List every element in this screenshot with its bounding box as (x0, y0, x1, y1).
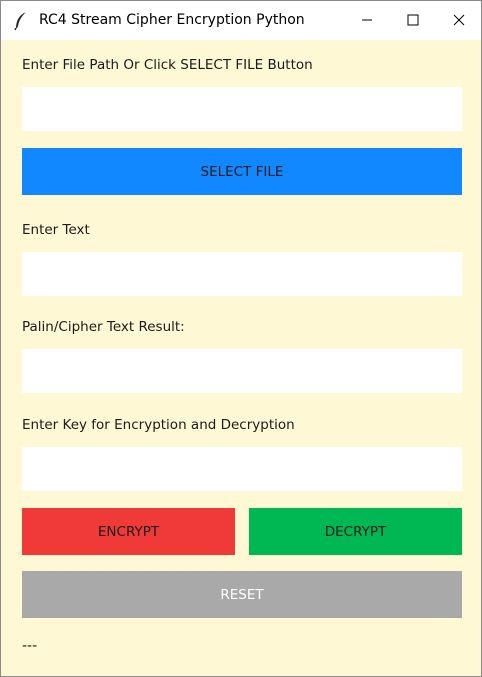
status-text: --- (22, 638, 38, 654)
file-path-input[interactable] (22, 87, 462, 131)
decrypt-button[interactable]: DECRYPT (249, 508, 462, 555)
result-field[interactable] (22, 349, 462, 393)
key-input[interactable] (22, 447, 462, 491)
feather-icon (13, 11, 29, 31)
form-area: Enter File Path Or Click SELECT FILE But… (1, 40, 481, 676)
title-bar[interactable]: RC4 Stream Cipher Encryption Python (1, 1, 481, 40)
result-label: Palin/Cipher Text Result: (22, 319, 185, 335)
app-window: RC4 Stream Cipher Encryption Python Ente… (0, 0, 482, 677)
maximize-button[interactable] (390, 1, 436, 40)
window-title: RC4 Stream Cipher Encryption Python (39, 12, 305, 28)
select-file-label: SELECT FILE (200, 163, 284, 180)
enter-text-label: Enter Text (22, 222, 90, 238)
maximize-icon (407, 11, 419, 30)
text-input[interactable] (22, 252, 462, 296)
close-icon (453, 11, 465, 30)
key-label: Enter Key for Encryption and Decryption (22, 417, 295, 433)
select-file-button[interactable]: SELECT FILE (22, 148, 462, 195)
file-path-label: Enter File Path Or Click SELECT FILE But… (22, 57, 313, 73)
encrypt-button[interactable]: ENCRYPT (22, 508, 235, 555)
reset-label: RESET (220, 586, 264, 603)
minimize-icon (361, 11, 373, 30)
close-button[interactable] (436, 1, 481, 40)
encrypt-label: ENCRYPT (97, 523, 160, 540)
minimize-button[interactable] (344, 1, 390, 40)
reset-button[interactable]: RESET (22, 571, 462, 618)
decrypt-label: DECRYPT (324, 523, 387, 540)
